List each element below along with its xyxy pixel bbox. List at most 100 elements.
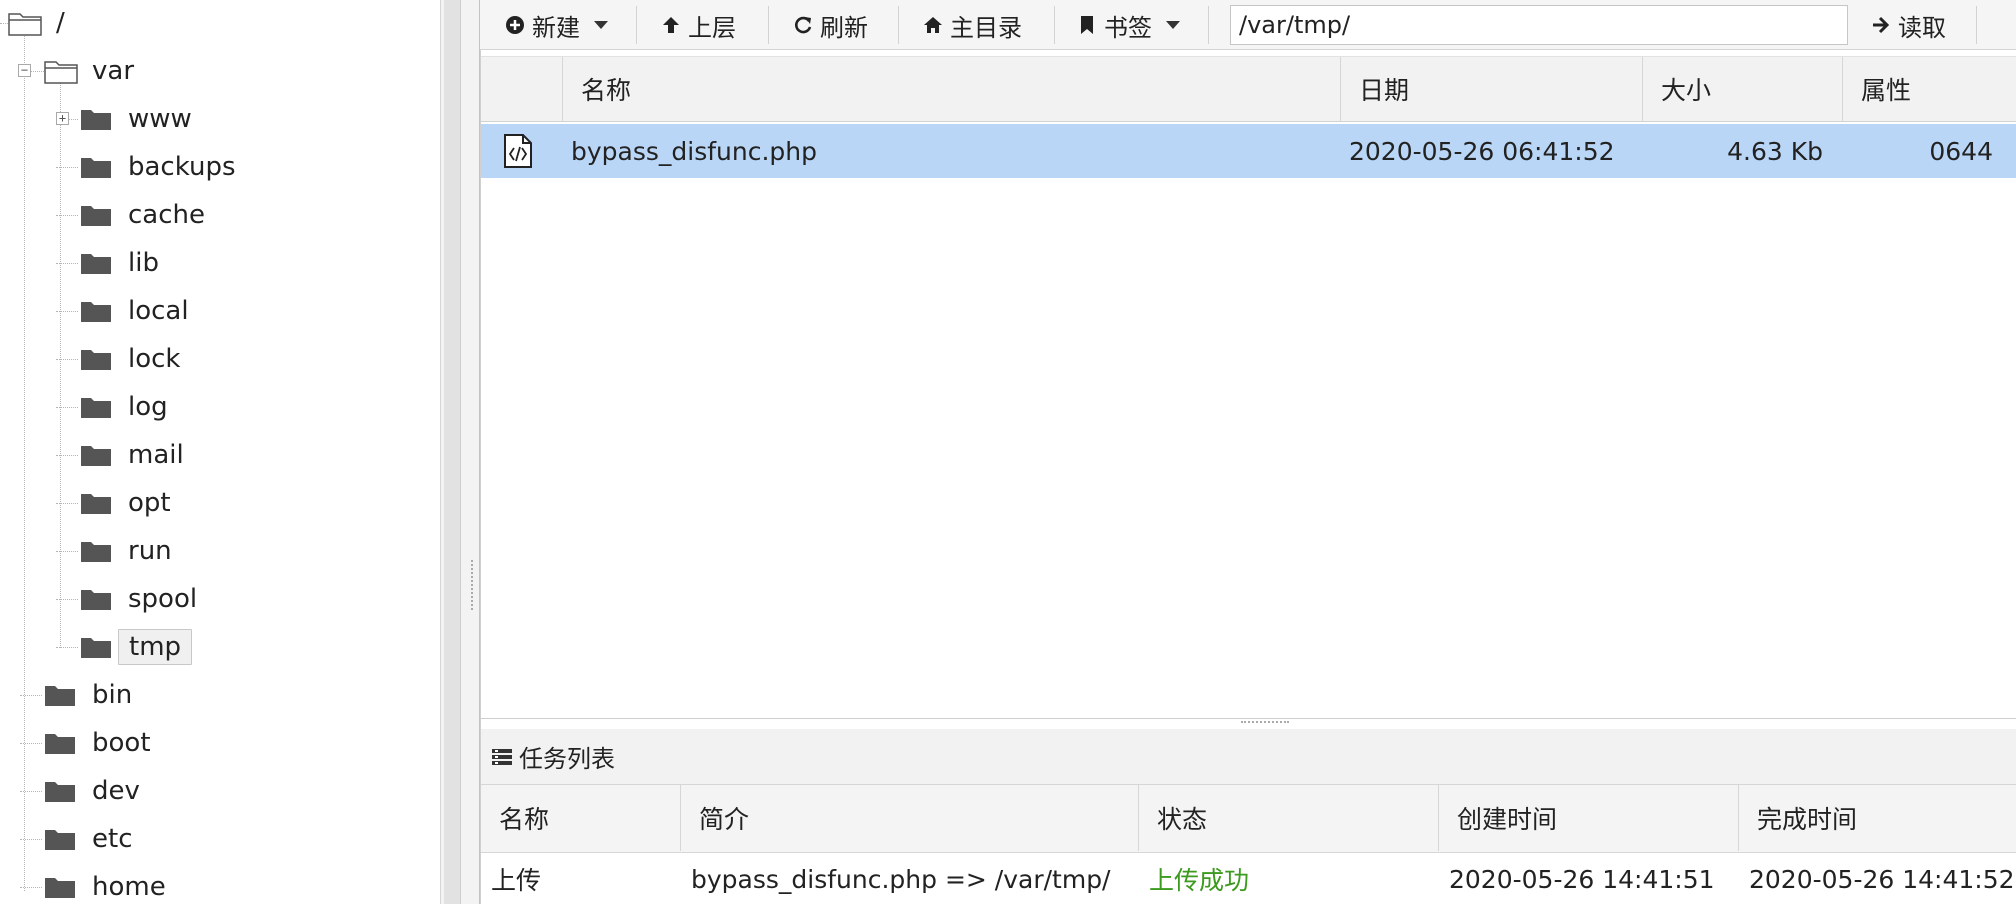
folder-icon xyxy=(80,107,112,131)
tree-line xyxy=(20,743,42,744)
task-panel: 任务列表 名称 简介 状态 创建时间 完成时间 上传 bypass_disfun… xyxy=(480,718,2016,905)
tree-node-boot[interactable]: boot xyxy=(44,723,151,763)
column-header-size[interactable]: 大小 xyxy=(1643,57,1843,121)
directory-tree: / − var + www backups cache lib local lock log m… xyxy=(0,0,440,904)
chevron-down-icon[interactable] xyxy=(594,21,608,29)
tree-line xyxy=(56,407,78,408)
file-size: 4.63 Kb xyxy=(1727,136,1823,166)
tree-node-local[interactable]: local xyxy=(80,291,189,331)
folder-icon xyxy=(80,587,112,611)
column-icon-header xyxy=(481,57,563,121)
up-button[interactable]: 上层 xyxy=(660,6,736,44)
home-icon xyxy=(922,14,944,36)
file-row[interactable]: bypass_disfunc.php 2020-05-26 06:41:52 4… xyxy=(481,124,2016,178)
tree-label-boot: boot xyxy=(92,728,151,758)
splitter-grip[interactable] xyxy=(444,0,461,904)
tree-line xyxy=(56,215,78,216)
tree-node-tmp[interactable]: tmp xyxy=(80,627,193,667)
tree-node-home[interactable]: home xyxy=(44,867,166,904)
tree-node-backups[interactable]: backups xyxy=(80,147,236,187)
tree-node-var[interactable]: var xyxy=(44,51,134,91)
tree-label-home: home xyxy=(92,872,166,902)
refresh-button-label: 刷新 xyxy=(820,13,868,42)
toolbar: 新建 上层 刷新 主目录 书签 读取 xyxy=(480,0,2016,50)
task-column-name[interactable]: 名称 xyxy=(481,785,681,851)
tree-label-www: www xyxy=(128,104,192,134)
tree-node-www[interactable]: www xyxy=(80,99,192,139)
tree-label-lock: lock xyxy=(128,344,181,374)
column-header-attr[interactable]: 属性 xyxy=(1843,57,2016,121)
tree-label-opt: opt xyxy=(128,488,171,518)
collapse-icon[interactable]: − xyxy=(18,64,31,77)
tree-line xyxy=(56,551,78,552)
tree-node-lib[interactable]: lib xyxy=(80,243,159,283)
read-button-label: 读取 xyxy=(1898,13,1946,42)
tree-label-dev: dev xyxy=(92,776,140,806)
tree-node-log[interactable]: log xyxy=(80,387,168,427)
folder-icon xyxy=(80,491,112,515)
column-header-date[interactable]: 日期 xyxy=(1341,57,1643,121)
refresh-icon xyxy=(792,14,814,36)
tree-node-etc[interactable]: etc xyxy=(44,819,133,859)
toolbar-separator xyxy=(1054,6,1055,44)
plus-circle-icon xyxy=(504,14,526,36)
tree-node-dev[interactable]: dev xyxy=(44,771,140,811)
tree-label-backups: backups xyxy=(128,152,236,182)
tree-line xyxy=(56,503,78,504)
tree-line xyxy=(56,359,78,360)
new-button-label: 新建 xyxy=(532,13,580,42)
folder-icon xyxy=(44,875,76,899)
task-status: 上传成功 xyxy=(1149,866,1250,895)
task-created: 2020-05-26 14:41:51 xyxy=(1449,864,1715,894)
tree-node-mail[interactable]: mail xyxy=(80,435,184,475)
tree-label-lib: lib xyxy=(128,248,159,278)
folder-icon xyxy=(80,347,112,371)
list-icon xyxy=(491,748,513,766)
path-input[interactable] xyxy=(1230,5,1848,45)
php-file-icon xyxy=(503,124,533,178)
task-table-header: 名称 简介 状态 创建时间 完成时间 xyxy=(481,785,2016,853)
tree-line xyxy=(60,76,61,648)
tree-node-spool[interactable]: spool xyxy=(80,579,197,619)
task-row[interactable]: 上传 bypass_disfunc.php => /var/tmp/ 上传成功 … xyxy=(481,853,2016,905)
home-button[interactable]: 主目录 xyxy=(922,6,1022,44)
toolbar-separator xyxy=(898,6,899,44)
folder-icon xyxy=(80,203,112,227)
expand-icon[interactable]: + xyxy=(56,112,69,125)
tree-node-opt[interactable]: opt xyxy=(80,483,171,523)
splitter-handle-dots xyxy=(471,560,476,610)
tree-node-bin[interactable]: bin xyxy=(44,675,132,715)
tree-line xyxy=(20,887,42,888)
read-button[interactable]: 读取 xyxy=(1870,6,1946,44)
new-button[interactable]: 新建 xyxy=(504,6,608,44)
task-column-status[interactable]: 状态 xyxy=(1139,785,1439,851)
file-list: 名称 日期 大小 属性 bypass_disfunc.php 2020-05-2… xyxy=(480,50,2016,718)
tree-node-root[interactable]: / xyxy=(8,3,65,43)
folder-icon xyxy=(80,395,112,419)
column-header-name[interactable]: 名称 xyxy=(563,57,1341,121)
refresh-button[interactable]: 刷新 xyxy=(792,6,868,44)
tree-line xyxy=(56,647,78,648)
toolbar-separator xyxy=(1208,6,1209,44)
tree-node-lock[interactable]: lock xyxy=(80,339,180,379)
tree-line xyxy=(56,167,78,168)
chevron-down-icon[interactable] xyxy=(1166,21,1180,29)
panel-splitter[interactable] xyxy=(440,0,480,904)
bookmark-button[interactable]: 书签 xyxy=(1076,6,1180,44)
tree-node-run[interactable]: run xyxy=(80,531,172,571)
file-list-header: 名称 日期 大小 属性 xyxy=(481,56,2016,122)
file-date: 2020-05-26 06:41:52 xyxy=(1349,136,1615,166)
tree-line xyxy=(24,36,25,891)
file-permission: 0644 xyxy=(1929,136,1993,166)
tree-label-spool: spool xyxy=(128,584,198,614)
task-column-desc[interactable]: 简介 xyxy=(681,785,1139,851)
tree-node-cache[interactable]: cache xyxy=(80,195,205,235)
resize-handle[interactable] xyxy=(1241,721,1289,725)
tree-line xyxy=(56,311,78,312)
folder-icon xyxy=(44,779,76,803)
task-column-finished[interactable]: 完成时间 xyxy=(1739,785,2016,851)
tree-line xyxy=(20,839,42,840)
task-column-created[interactable]: 创建时间 xyxy=(1439,785,1739,851)
folder-icon xyxy=(80,443,112,467)
task-panel-header: 任务列表 xyxy=(481,729,2016,785)
